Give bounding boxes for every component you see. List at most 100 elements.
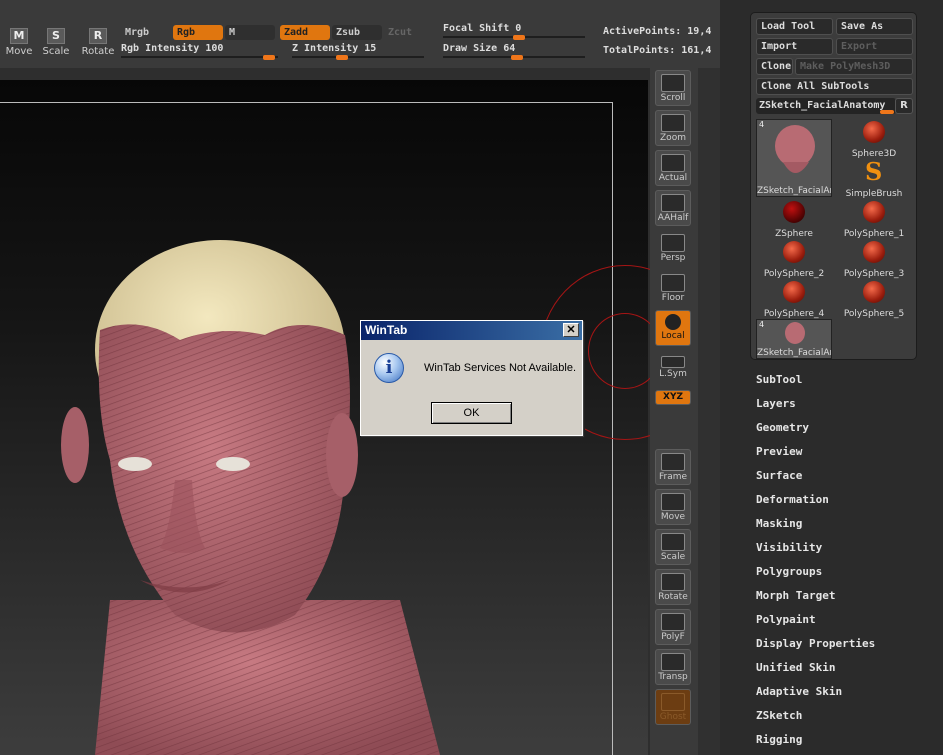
zcut-button[interactable]: Zcut (384, 25, 424, 40)
xyz-button[interactable]: XYZ (655, 390, 691, 405)
local-icon (665, 314, 681, 330)
draw-size-knob[interactable] (511, 55, 523, 60)
rgb-intensity-track (121, 56, 278, 58)
z-intensity-track (292, 56, 424, 58)
tool-thumb-zsketch-small[interactable]: 4 ZSketch_FacialAn (756, 319, 832, 359)
tool-thumb-simplebrush[interactable]: S SimpleBrush (836, 159, 912, 200)
aahalf-button[interactable]: AAHalf (655, 190, 691, 226)
zoom-button[interactable]: Zoom (655, 110, 691, 146)
save-as-button[interactable]: Save As (836, 18, 913, 35)
actual-button[interactable]: Actual (655, 150, 691, 186)
tool-thumb-polysphere-5[interactable]: PolySphere_5 (836, 279, 912, 319)
scale-view-button[interactable]: Scale (655, 529, 691, 565)
move-view-button[interactable]: Move (655, 489, 691, 525)
clone-all-subtools-button[interactable]: Clone All SubTools (756, 78, 913, 95)
rgb-intensity-slider[interactable]: Rgb Intensity 100 (121, 43, 278, 60)
zbrush-window: M Move S Scale R Rotate Mrgb Rgb M Rgb I… (0, 0, 943, 755)
persp-button[interactable]: Persp (655, 230, 691, 266)
actual-icon (661, 154, 685, 172)
tool-count: 4 (759, 320, 765, 329)
rotate-button[interactable]: R Rotate (79, 22, 117, 60)
top-toolbar: M Move S Scale R Rotate Mrgb Rgb M Rgb I… (0, 0, 720, 68)
rgb-intensity-knob[interactable] (263, 55, 275, 60)
menu-unified-skin[interactable]: Unified Skin (756, 661, 835, 674)
dialog-title: WinTab (365, 323, 408, 337)
dialog-titlebar[interactable]: WinTab ✕ (361, 321, 582, 340)
zsphere-icon (783, 201, 805, 223)
focal-shift-knob[interactable] (513, 35, 525, 40)
rotate-icon (661, 573, 685, 591)
menu-display-properties[interactable]: Display Properties (756, 637, 875, 650)
menu-subtool[interactable]: SubTool (756, 373, 802, 386)
zoom-label: Zoom (660, 133, 686, 143)
scroll-label: Scroll (660, 93, 686, 103)
export-button[interactable]: Export (836, 38, 913, 55)
local-button[interactable]: Local (655, 310, 691, 346)
local-label: Local (661, 331, 685, 341)
menu-deformation[interactable]: Deformation (756, 493, 829, 506)
load-tool-button[interactable]: Load Tool (756, 18, 833, 35)
menu-zsketch[interactable]: ZSketch (756, 709, 802, 722)
scale-label: Scale (42, 46, 70, 57)
left-eye (118, 457, 152, 471)
right-shelf: Scroll Zoom Actual AAHalf Persp Floor Lo… (650, 68, 698, 755)
current-tool-knob (880, 110, 894, 114)
r-button[interactable]: R (895, 98, 913, 114)
m-button[interactable]: M (225, 25, 275, 40)
z-intensity-slider[interactable]: Z Intensity 15 (292, 43, 424, 60)
tool-thumb-polysphere-3[interactable]: PolySphere_3 (836, 239, 912, 279)
right-eye (216, 457, 250, 471)
mrgb-button[interactable]: Mrgb (121, 25, 171, 40)
transp-icon (661, 653, 685, 671)
tool-thumb-polysphere-1[interactable]: PolySphere_1 (836, 199, 912, 239)
right-ear (326, 413, 358, 497)
zsub-button[interactable]: Zsub (332, 25, 382, 40)
floor-button[interactable]: Floor (655, 270, 691, 306)
close-button[interactable]: ✕ (563, 323, 579, 337)
tool-thumb-zsketch[interactable]: 4 ZSketch_FacialAn (756, 119, 832, 197)
menu-visibility[interactable]: Visibility (756, 541, 822, 554)
tool-thumb-sphere3d[interactable]: Sphere3D (836, 119, 912, 159)
tool-thumb-zsphere[interactable]: ZSphere (756, 199, 832, 239)
tool-label: PolySphere_4 (763, 309, 825, 319)
tool-label: ZSphere (775, 229, 813, 239)
menu-polygroups[interactable]: Polygroups (756, 565, 822, 578)
scale-button[interactable]: S Scale (37, 22, 75, 60)
tool-thumb-polysphere-2[interactable]: PolySphere_2 (756, 239, 832, 279)
ghost-button[interactable]: Ghost (655, 689, 691, 725)
rotate-view-label: Rotate (658, 592, 688, 602)
menu-preview[interactable]: Preview (756, 445, 802, 458)
zadd-button[interactable]: Zadd (280, 25, 330, 40)
transp-button[interactable]: Transp (655, 649, 691, 685)
draw-size-slider[interactable]: Draw Size 64 (443, 43, 585, 60)
tray-gutter[interactable] (698, 68, 720, 755)
clone-button[interactable]: Clone (756, 58, 793, 75)
scroll-button[interactable]: Scroll (655, 70, 691, 106)
menu-rigging[interactable]: Rigging (756, 733, 802, 746)
move-key-icon: M (10, 28, 28, 44)
frame-button[interactable]: Frame (655, 449, 691, 485)
rotate-key-icon: R (89, 28, 107, 44)
persp-grid-icon (661, 234, 685, 252)
menu-polypaint[interactable]: Polypaint (756, 613, 816, 626)
active-points: ActivePoints: 19,4 (603, 26, 712, 37)
tool-thumb-polysphere-4[interactable]: PolySphere_4 (756, 279, 832, 319)
rotate-view-button[interactable]: Rotate (655, 569, 691, 605)
menu-morph-target[interactable]: Morph Target (756, 589, 835, 602)
focal-shift-slider[interactable]: Focal Shift 0 (443, 23, 585, 40)
menu-geometry[interactable]: Geometry (756, 421, 809, 434)
menu-adaptive-skin[interactable]: Adaptive Skin (756, 685, 842, 698)
menu-layers[interactable]: Layers (756, 397, 796, 410)
current-tool-slider[interactable]: ZSketch_FacialAnatomy (756, 98, 896, 114)
ok-button[interactable]: OK (431, 402, 512, 424)
menu-masking[interactable]: Masking (756, 517, 802, 530)
z-intensity-knob[interactable] (336, 55, 348, 60)
polyf-button[interactable]: PolyF (655, 609, 691, 645)
import-button[interactable]: Import (756, 38, 833, 55)
menu-surface[interactable]: Surface (756, 469, 802, 482)
rgb-button[interactable]: Rgb (173, 25, 223, 40)
tool-label: PolySphere_1 (843, 229, 905, 239)
move-button[interactable]: M Move (0, 22, 38, 60)
lsym-button[interactable]: L.Sym (655, 352, 691, 382)
make-polymesh-button[interactable]: Make PolyMesh3D (795, 58, 913, 75)
